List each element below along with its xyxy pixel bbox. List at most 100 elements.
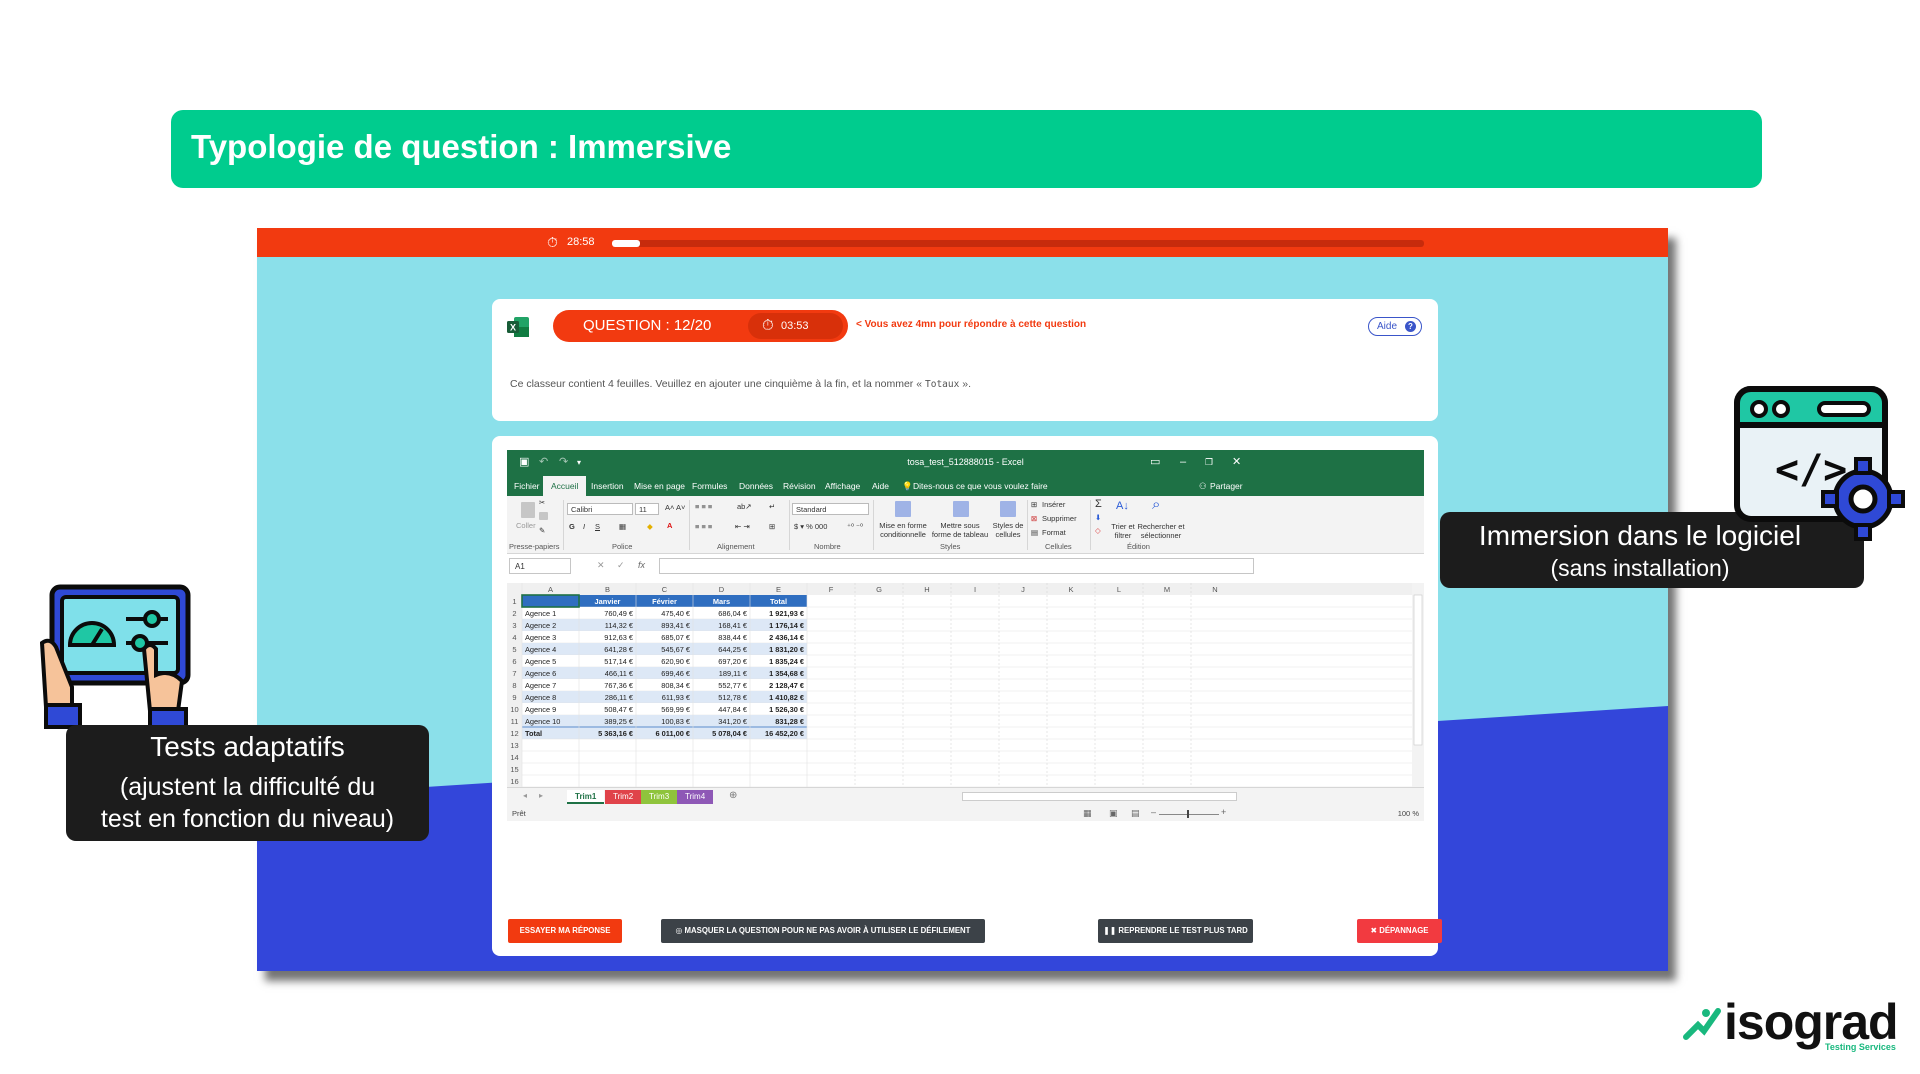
table-cell: 1 835,24 € <box>769 657 804 666</box>
fill-icon[interactable]: ⬇ <box>1095 513 1101 522</box>
borders-icon[interactable]: ▦ <box>619 522 626 531</box>
align-top-icon[interactable]: ≡ ≡ ≡ <box>695 502 712 511</box>
tab-revision[interactable]: Révision <box>783 481 816 491</box>
sheet-tab-trim1[interactable]: Trim1 <box>567 790 605 804</box>
underline-button[interactable]: S <box>595 522 600 531</box>
spreadsheet-grid[interactable]: A B C D E F G H I J K L M N1 Janvier Février Mars Total2 A… <box>507 583 1424 787</box>
table-cell: 475,40 € <box>661 609 690 618</box>
normal-view-icon[interactable]: ▦ <box>1083 808 1092 819</box>
cell-styles-button[interactable]: Styles de cellules <box>991 521 1025 539</box>
clear-icon[interactable]: ◇ <box>1095 526 1101 535</box>
grow-font-icon[interactable]: A˄ A˅ <box>665 503 685 512</box>
indent-icon[interactable]: ⇤ ⇥ <box>735 522 750 531</box>
page-break-icon[interactable]: ▤ <box>1131 808 1140 819</box>
sheet-tab-trim3[interactable]: Trim3 <box>641 790 678 804</box>
font-size-select[interactable]: 11 <box>635 503 659 515</box>
restore-icon[interactable]: ❐ <box>1205 456 1213 469</box>
sheet-next-icon[interactable]: ▸ <box>539 791 543 800</box>
zoom-thumb[interactable] <box>1187 810 1189 818</box>
copy-icon[interactable] <box>539 512 548 520</box>
tab-accueil[interactable]: Accueil <box>543 476 587 496</box>
table-cell: 512,78 € <box>718 693 747 702</box>
sheet-prev-icon[interactable]: ◂ <box>523 791 527 800</box>
page-layout-icon[interactable]: ▣ <box>1109 808 1118 819</box>
decimal-icon[interactable]: ⁺⁰ ⁻⁰ <box>847 522 863 531</box>
code-window-icon: </> <box>1734 386 1905 541</box>
status-bar: Prêt ▦ ▣ ▤ – + 100 % <box>507 807 1424 821</box>
conditional-format-button[interactable]: Mise en forme conditionnelle <box>879 521 927 539</box>
sheet-tab-trim4[interactable]: Trim4 <box>677 790 714 804</box>
number-format-select[interactable]: Standard <box>792 503 869 515</box>
formula-input[interactable] <box>659 558 1254 574</box>
zoom-in-icon[interactable]: + <box>1221 807 1226 817</box>
enter-icon[interactable]: ✓ <box>617 560 625 571</box>
italic-button[interactable]: I <box>583 522 585 531</box>
global-timer: 28:58 <box>567 236 595 248</box>
group-styles: Styles <box>940 542 961 551</box>
zoom-slider[interactable] <box>1159 814 1219 815</box>
table-cell: 569,99 € <box>661 705 690 714</box>
table-cell: 611,93 € <box>662 693 690 702</box>
function-icon[interactable]: fx <box>638 560 645 570</box>
paste-label[interactable]: Coller <box>516 521 536 530</box>
table-format-button[interactable]: Mettre sous forme de tableau <box>930 521 990 539</box>
font-name-select[interactable]: Calibri <box>567 503 633 515</box>
horizontal-scrollbar[interactable] <box>962 792 1237 801</box>
font-color-icon[interactable]: A <box>667 521 672 530</box>
table-cell: Agence 6 <box>525 669 556 678</box>
column-header: F <box>829 585 834 594</box>
hide-question-button[interactable]: ◎ MASQUER LA QUESTION POUR NE PAS AVOIR … <box>661 919 985 943</box>
question-text-end: ». <box>962 378 972 390</box>
tab-fichier[interactable]: Fichier <box>514 481 540 491</box>
merge-icon[interactable]: ⊞ <box>769 522 775 531</box>
tab-aide[interactable]: Aide <box>872 481 889 491</box>
add-sheet-icon[interactable]: ⊕ <box>729 790 737 801</box>
logo-tagline: Testing Services <box>1825 1042 1896 1052</box>
tab-insertion[interactable]: Insertion <box>591 481 624 491</box>
table-header-cell: Total <box>770 597 787 606</box>
tab-affichage[interactable]: Affichage <box>825 481 860 491</box>
align-left-icon[interactable]: ≡ ≡ ≡ <box>695 522 712 531</box>
minimize-icon[interactable]: – <box>1180 456 1186 469</box>
group-alignment: Alignement <box>717 542 755 551</box>
currency-icon[interactable]: $ ▾ % 000 <box>794 522 827 531</box>
cancel-icon[interactable]: ✕ <box>597 560 605 571</box>
sort-filter-button[interactable]: Trier et filtrer <box>1111 522 1135 540</box>
resume-later-button[interactable]: ❚❚ REPRENDRE LE TEST PLUS TARD <box>1098 919 1253 943</box>
sheet-tab-trim2[interactable]: Trim2 <box>605 790 642 804</box>
fill-color-icon[interactable]: ◆ <box>647 522 653 531</box>
close-icon[interactable]: ✕ <box>1232 456 1241 469</box>
adaptive-callout: Tests adaptatifs (ajustent la difficulté… <box>66 725 429 841</box>
row-header: 7 <box>512 669 516 678</box>
isograd-logo: isograd Testing Services <box>1682 994 1902 1055</box>
try-answer-button[interactable]: ESSAYER MA RÉPONSE <box>508 919 622 943</box>
name-box[interactable]: A1 <box>509 558 571 574</box>
share-button[interactable]: Partager <box>1210 481 1243 491</box>
autosum-icon[interactable]: Σ <box>1095 498 1102 510</box>
bold-button[interactable]: G <box>569 522 575 531</box>
table-cell: 114,32 € <box>605 621 633 630</box>
column-header: C <box>662 585 668 594</box>
wrap-text-icon[interactable]: ↵ <box>769 502 775 511</box>
find-select-button[interactable]: Rechercher et sélectionner <box>1137 522 1185 540</box>
delete-button[interactable]: Supprimer <box>1042 514 1077 523</box>
cell-styles-icon[interactable] <box>1000 501 1016 517</box>
column-header: D <box>719 585 725 594</box>
zoom-out-icon[interactable]: – <box>1151 807 1156 817</box>
cut-icon[interactable]: ✂ <box>539 498 545 507</box>
troubleshoot-button[interactable]: ✖ DÉPANNAGE <box>1357 919 1442 943</box>
conditional-format-icon[interactable] <box>895 501 911 517</box>
paste-icon[interactable] <box>521 502 535 518</box>
orientation-icon[interactable]: ab↗ <box>737 502 752 511</box>
tab-mise-en-page[interactable]: Mise en page <box>634 481 685 491</box>
format-button[interactable]: Format <box>1042 528 1066 537</box>
tab-donnees[interactable]: Données <box>739 481 773 491</box>
table-format-icon[interactable] <box>953 501 969 517</box>
help-button[interactable]: Aide ? <box>1368 317 1422 336</box>
insert-button[interactable]: Insérer <box>1042 500 1065 509</box>
ribbon-options-icon[interactable]: ▭ <box>1150 456 1160 469</box>
table-cell: 1 831,20 € <box>769 645 804 654</box>
tab-formules[interactable]: Formules <box>692 481 727 491</box>
tell-me-search[interactable]: Dites-nous ce que vous voulez faire <box>913 481 1048 491</box>
format-painter-icon[interactable]: ✎ <box>539 526 545 535</box>
